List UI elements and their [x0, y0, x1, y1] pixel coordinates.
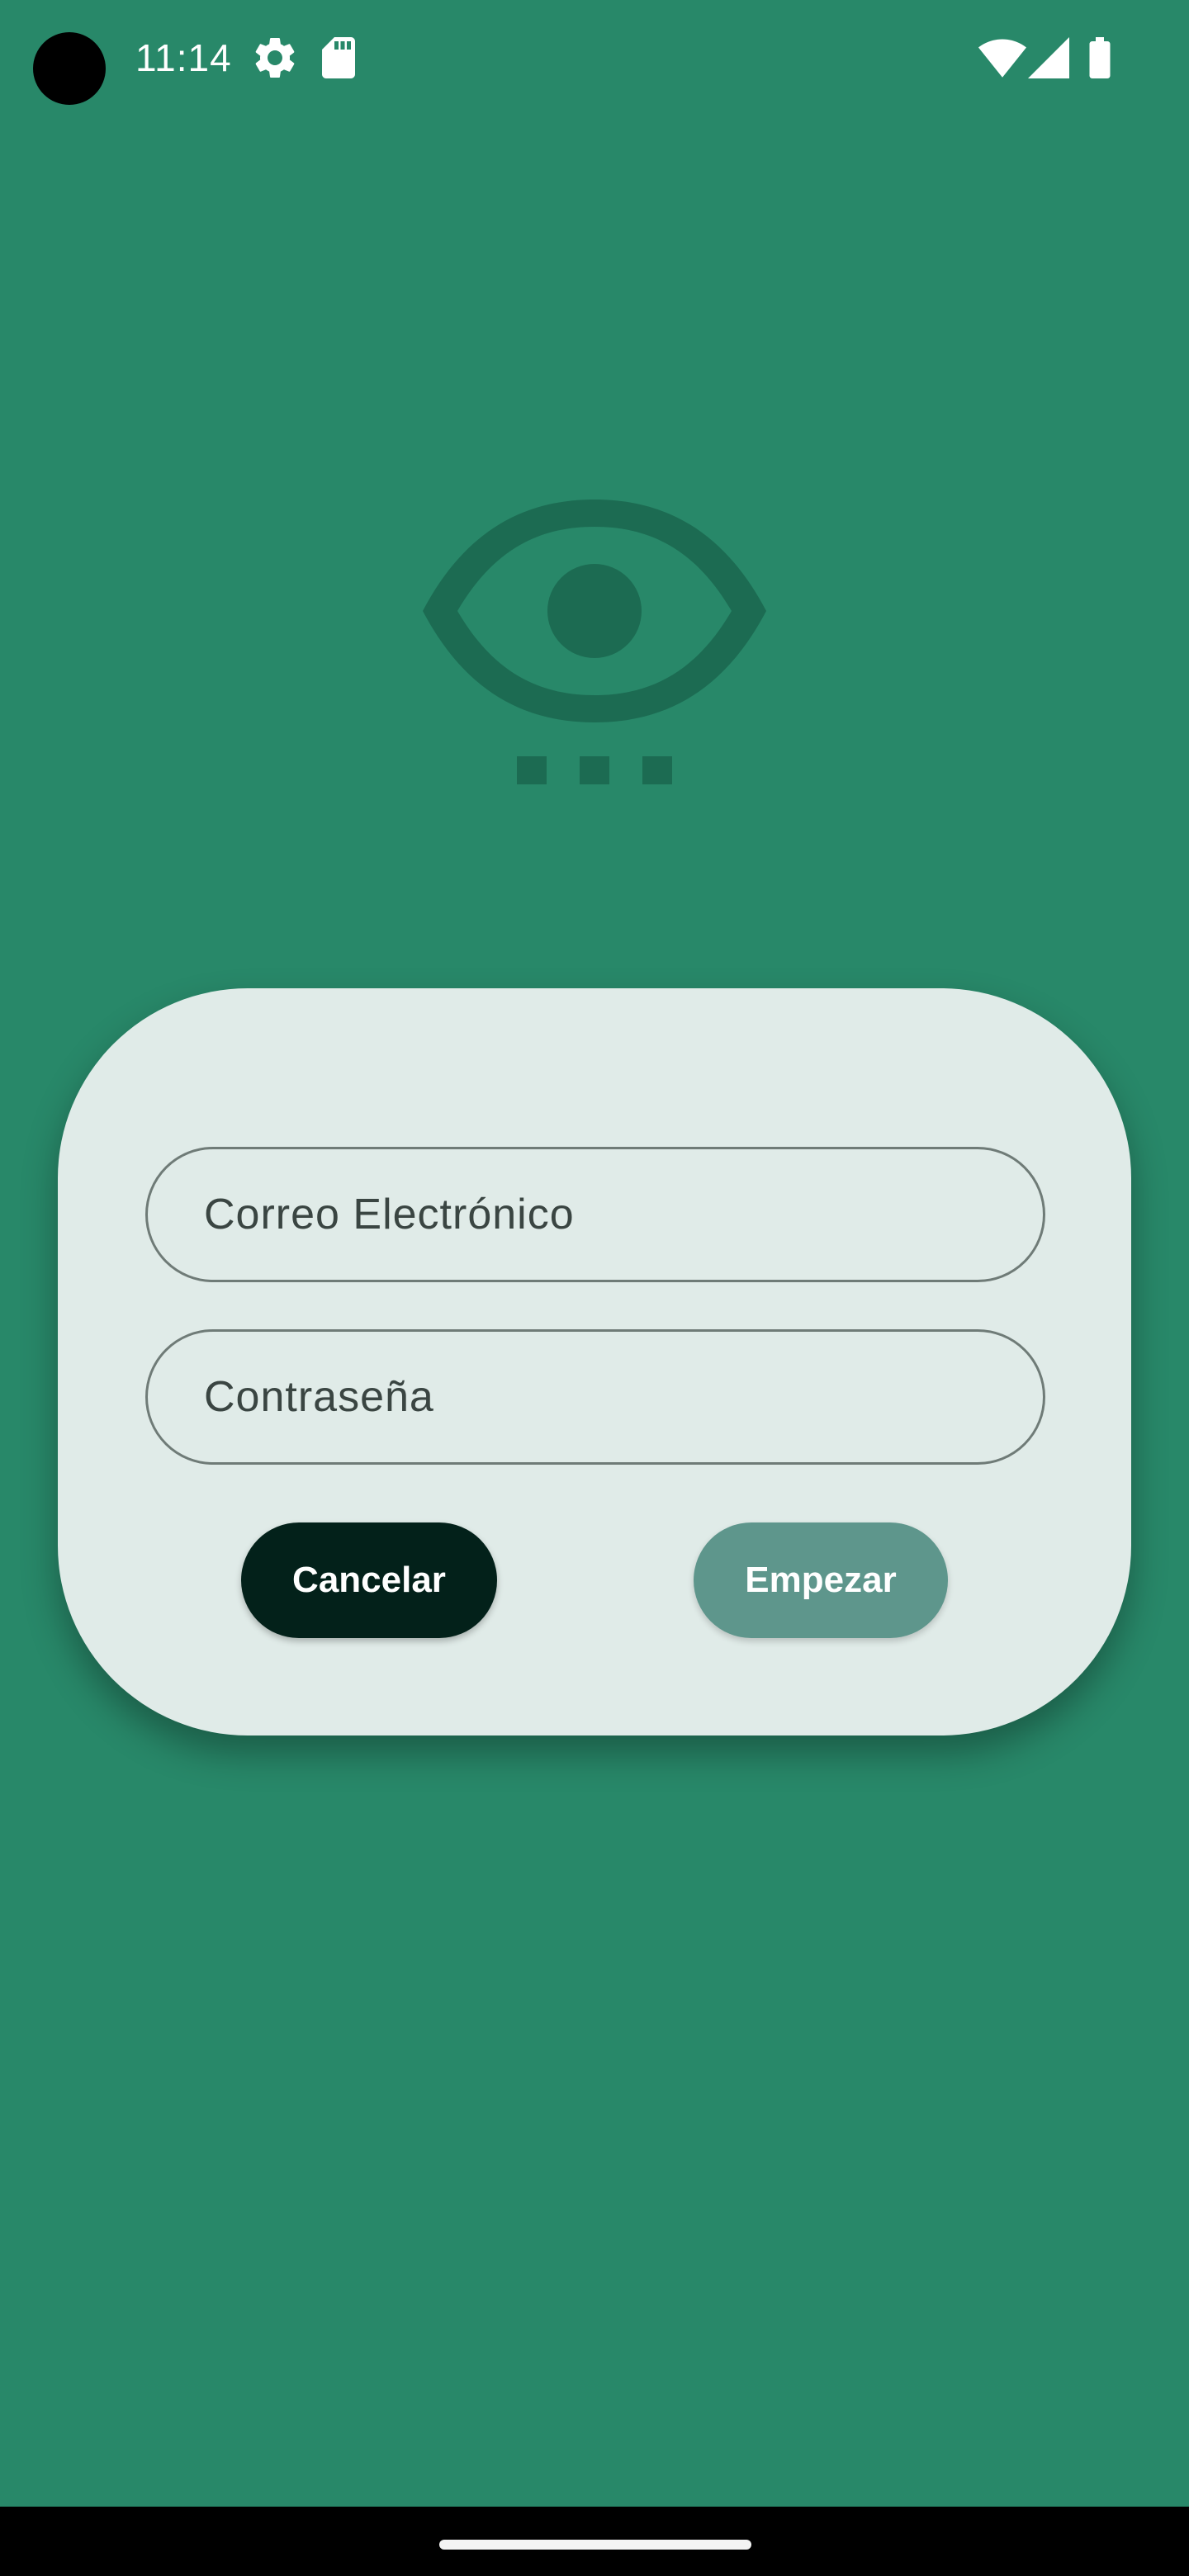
wifi-icon [978, 39, 1026, 78]
email-field[interactable]: Correo Electrónico [145, 1147, 1045, 1282]
password-field[interactable]: Contraseña [145, 1329, 1045, 1465]
status-time: 11:14 [135, 36, 232, 79]
status-bar: 11:14 [0, 0, 1189, 116]
settings-gear-icon [255, 37, 295, 78]
start-button[interactable]: Empezar [694, 1522, 948, 1638]
camera-cutout [33, 32, 106, 105]
cellular-signal-icon [1028, 37, 1069, 78]
password-placeholder: Contraseña [204, 1373, 434, 1421]
sd-card-icon [322, 37, 355, 78]
email-placeholder: Correo Electrónico [204, 1191, 575, 1238]
home-gesture-handle[interactable] [439, 2540, 751, 2550]
eye-logo-icon [423, 500, 766, 784]
battery-icon [1089, 37, 1111, 78]
login-dialog: Correo Electrónico Contraseña Cancelar E… [58, 988, 1131, 1735]
cancel-button[interactable]: Cancelar [241, 1522, 497, 1638]
navigation-bar [0, 2507, 1189, 2576]
